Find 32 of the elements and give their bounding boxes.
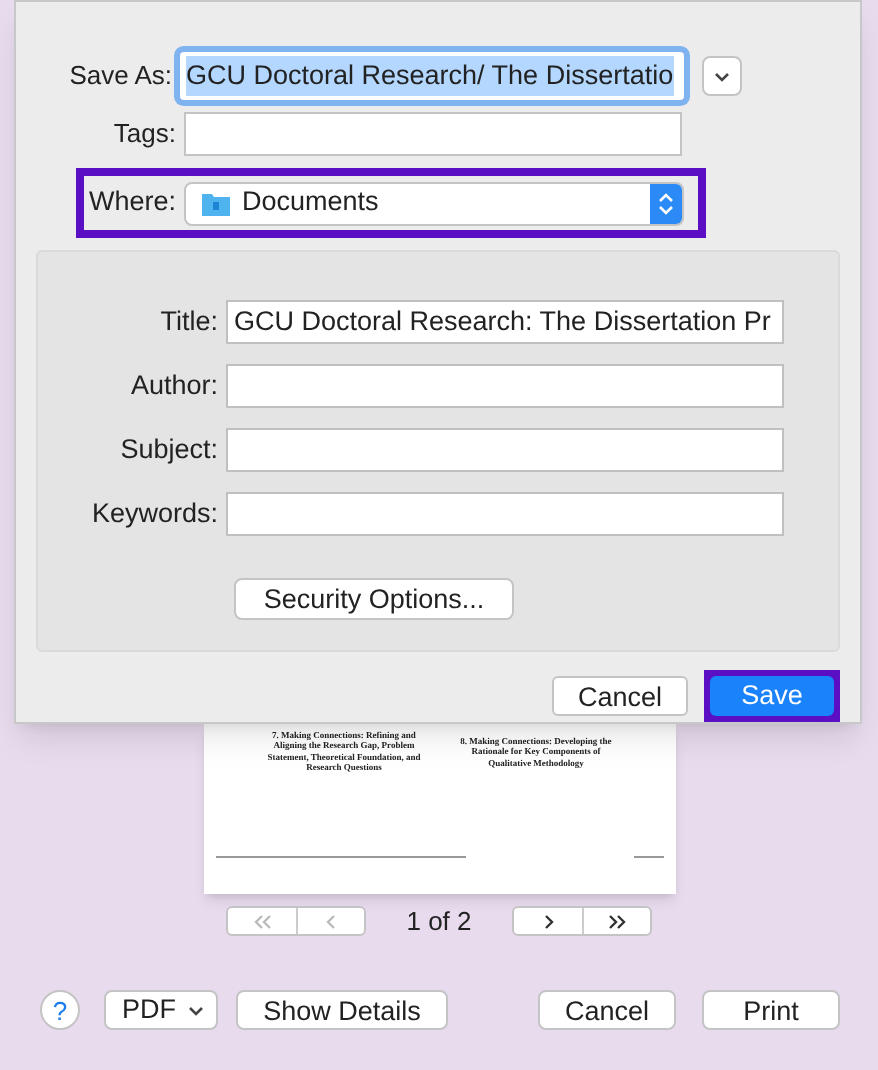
expand-button[interactable]: [702, 56, 742, 96]
double-chevron-left-icon: [250, 913, 274, 930]
field-label: Author:: [128, 367, 220, 404]
text-field[interactable]: [226, 492, 784, 536]
folder-icon: [202, 191, 230, 215]
security-options-button[interactable]: Security Options...: [234, 578, 514, 620]
print-button[interactable]: Print: [702, 990, 840, 1030]
field-label: Title:: [158, 303, 220, 340]
cancel-button[interactable]: Cancel: [552, 676, 688, 716]
field-label: Tags:: [111, 116, 178, 153]
field-label: Where:: [86, 184, 178, 221]
chevron-down-icon: [714, 71, 730, 81]
filename-field[interactable]: GCU Doctoral Research/ The Dissertatio: [180, 52, 684, 100]
field-label: Save As:: [67, 58, 174, 95]
show-details-button[interactable]: Show Details: [236, 990, 448, 1030]
page-indicator: 1 of 2: [406, 904, 472, 940]
chevron-down-icon: [188, 1005, 204, 1015]
cancel-button[interactable]: Cancel: [538, 990, 676, 1030]
location-popup[interactable]: Documents: [184, 181, 684, 225]
page-navigation-control[interactable]: [512, 906, 652, 937]
help-button[interactable]: ?: [40, 990, 80, 1030]
text-field[interactable]: GCU Doctoral Research: The Dissertation Pr: [226, 300, 784, 344]
stepper-icon: [650, 183, 682, 223]
footer-line: [634, 856, 664, 858]
double-chevron-right-icon: [605, 913, 629, 930]
text-field[interactable]: [226, 428, 784, 472]
tags-field[interactable]: [184, 112, 682, 156]
save-button[interactable]: Save: [710, 676, 834, 717]
field-label: Keywords:: [89, 495, 220, 532]
text-field[interactable]: [226, 364, 784, 408]
pdf-menu-button[interactable]: PDF: [104, 990, 218, 1030]
field-label: Subject:: [118, 431, 220, 468]
